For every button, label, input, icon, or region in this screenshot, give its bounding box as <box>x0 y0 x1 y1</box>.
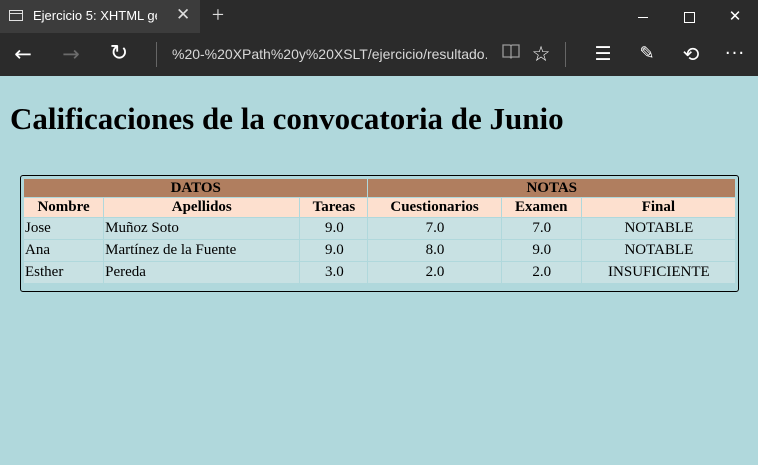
cell-nombre: Ana <box>24 240 104 261</box>
cell-nombre: Jose <box>24 218 104 239</box>
cell-cuestionarios: 8.0 <box>368 240 501 261</box>
divider <box>565 42 566 67</box>
column-header-final: Final <box>581 198 735 217</box>
new-tab-button[interactable]: + <box>208 3 228 27</box>
navigation-bar: ← → ↻ %20-%20XPath%20y%20XSLT/ejercicio/… <box>0 33 758 76</box>
cell-final: INSUFICIENTE <box>581 262 735 283</box>
cell-examen: 9.0 <box>501 240 581 261</box>
column-header-tareas: Tareas <box>300 198 368 217</box>
more-options-icon[interactable]: ··· <box>721 41 749 67</box>
cell-tareas: 9.0 <box>300 218 368 239</box>
cell-final: NOTABLE <box>581 240 735 261</box>
cell-apellidos: Muñoz Soto <box>104 218 300 239</box>
maximize-button[interactable] <box>666 0 712 33</box>
group-header-notas: NOTAS <box>368 179 735 197</box>
column-header-examen: Examen <box>501 198 581 217</box>
divider <box>156 42 157 67</box>
refresh-icon[interactable]: ↻ <box>105 41 133 67</box>
table-row: Esther Pereda 3.0 2.0 2.0 INSUFICIENTE <box>24 262 735 283</box>
cell-examen: 2.0 <box>501 262 581 283</box>
book-icon <box>502 44 520 59</box>
tab-close-icon[interactable]: ✕ <box>176 5 190 25</box>
address-bar[interactable]: %20-%20XPath%20y%20XSLT/ejercicio/result… <box>172 46 487 62</box>
tab-title: Ejercicio 5: XHTML gene <box>33 8 157 23</box>
page-title: Calificaciones de la convocatoria de Jun… <box>10 101 564 136</box>
tab-bar: Ejercicio 5: XHTML gene ✕ + ✕ <box>0 0 758 33</box>
table-row: Jose Muñoz Soto 9.0 7.0 7.0 NOTABLE <box>24 218 735 239</box>
cell-nombre: Esther <box>24 262 104 283</box>
cell-cuestionarios: 2.0 <box>368 262 501 283</box>
column-header-cuestionarios: Cuestionarios <box>368 198 501 217</box>
column-header-apellidos: Apellidos <box>104 198 300 217</box>
cell-cuestionarios: 7.0 <box>368 218 501 239</box>
tab-active[interactable]: Ejercicio 5: XHTML gene ✕ <box>0 0 200 33</box>
minimize-icon <box>638 16 648 18</box>
cell-final: NOTABLE <box>581 218 735 239</box>
group-header-row: DATOS NOTAS <box>24 179 735 197</box>
grades-table-container: DATOS NOTAS Nombre Apellidos Tareas Cues… <box>20 175 739 292</box>
grades-table: DATOS NOTAS Nombre Apellidos Tareas Cues… <box>23 178 736 284</box>
column-header-row: Nombre Apellidos Tareas Cuestionarios Ex… <box>24 198 735 217</box>
group-header-datos: DATOS <box>24 179 368 197</box>
web-note-icon[interactable]: ✎ <box>633 41 661 67</box>
maximize-icon <box>683 11 695 23</box>
cell-apellidos: Pereda <box>104 262 300 283</box>
cell-apellidos: Martínez de la Fuente <box>104 240 300 261</box>
back-arrow-icon[interactable]: ← <box>9 41 37 67</box>
column-header-nombre: Nombre <box>24 198 104 217</box>
table-row: Ana Martínez de la Fuente 9.0 8.0 9.0 NO… <box>24 240 735 261</box>
reading-view-icon[interactable] <box>497 41 525 67</box>
cell-tareas: 3.0 <box>300 262 368 283</box>
cell-examen: 7.0 <box>501 218 581 239</box>
page-icon <box>9 10 23 21</box>
close-window-button[interactable]: ✕ <box>712 0 758 33</box>
favorite-star-icon[interactable]: ☆ <box>527 41 555 67</box>
minimize-button[interactable] <box>620 0 666 33</box>
forward-arrow-icon[interactable]: → <box>57 41 85 67</box>
cell-tareas: 9.0 <box>300 240 368 261</box>
hub-icon[interactable]: ☰ <box>589 41 617 67</box>
share-icon[interactable]: ⟲ <box>677 41 705 67</box>
